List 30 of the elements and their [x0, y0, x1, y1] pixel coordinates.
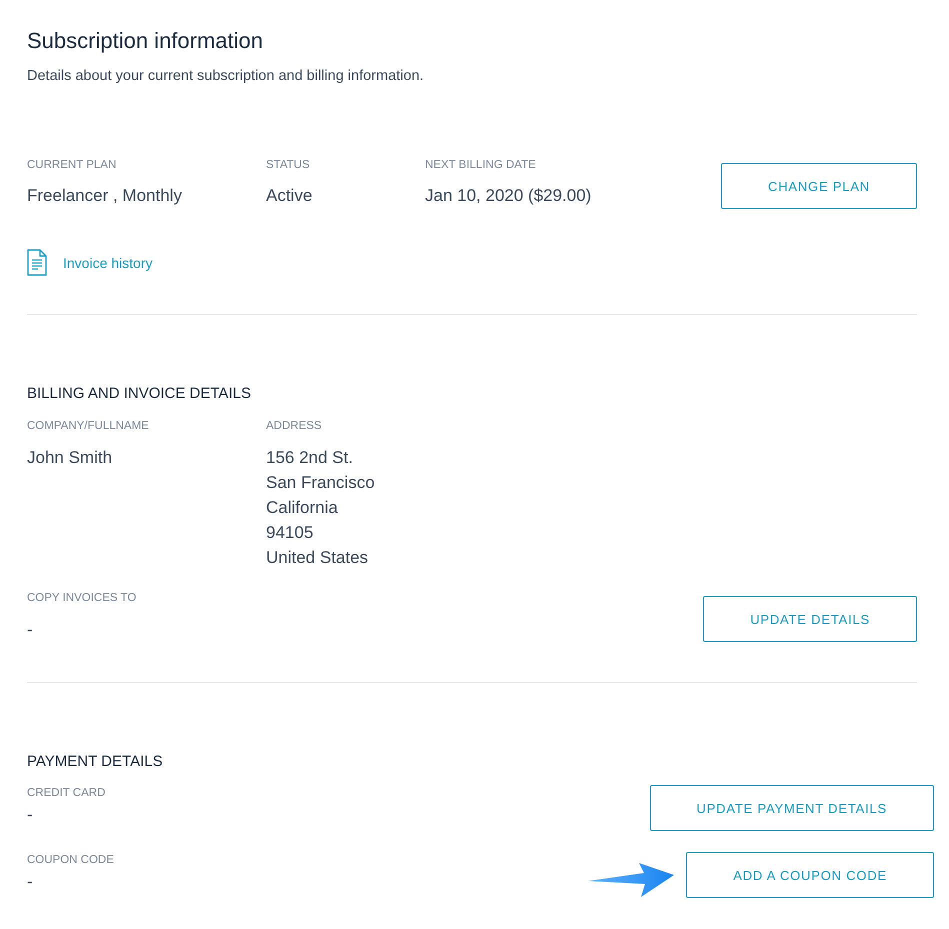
- add-coupon-button[interactable]: ADD A COUPON CODE: [686, 852, 934, 898]
- field-value: -: [27, 871, 34, 893]
- page-title: Subscription information: [27, 27, 264, 55]
- document-icon: [27, 249, 47, 276]
- field-label: STATUS: [266, 158, 311, 173]
- section-heading: PAYMENT DETAILS: [27, 752, 164, 772]
- field-value: 94105: [266, 522, 314, 544]
- field-value: Freelancer , Monthly: [27, 185, 183, 207]
- field-label: CURRENT PLAN: [27, 158, 118, 173]
- page-subtitle: Details about your current subscription and billing information.: [27, 67, 425, 86]
- section-heading: BILLING AND INVOICE DETAILS: [27, 384, 252, 404]
- field-label: COMPANY/FULLNAME: [27, 419, 150, 434]
- field-label: NEXT BILLING DATE: [425, 158, 537, 173]
- field-label: ADDRESS: [266, 419, 323, 434]
- field-value: United States: [266, 547, 370, 569]
- field-value: -: [27, 619, 34, 641]
- field-value: Active: [266, 185, 314, 207]
- update-payment-button[interactable]: UPDATE PAYMENT DETAILS: [650, 785, 934, 831]
- field-value: San Francisco: [266, 472, 376, 494]
- field-value: John Smith: [27, 447, 114, 469]
- field-value: Jan 10, 2020 ($29.00): [425, 185, 592, 207]
- field-value: California: [266, 497, 339, 519]
- field-label: COPY INVOICES TO: [27, 591, 138, 606]
- update-details-button[interactable]: UPDATE DETAILS: [703, 596, 917, 642]
- field-label: CREDIT CARD: [27, 786, 106, 801]
- field-value: -: [27, 804, 34, 826]
- change-plan-button[interactable]: CHANGE PLAN: [721, 163, 917, 209]
- field-value: 156 2nd St.: [266, 447, 354, 469]
- field-label: COUPON CODE: [27, 853, 115, 868]
- invoice-history-link[interactable]: Invoice history: [27, 249, 152, 276]
